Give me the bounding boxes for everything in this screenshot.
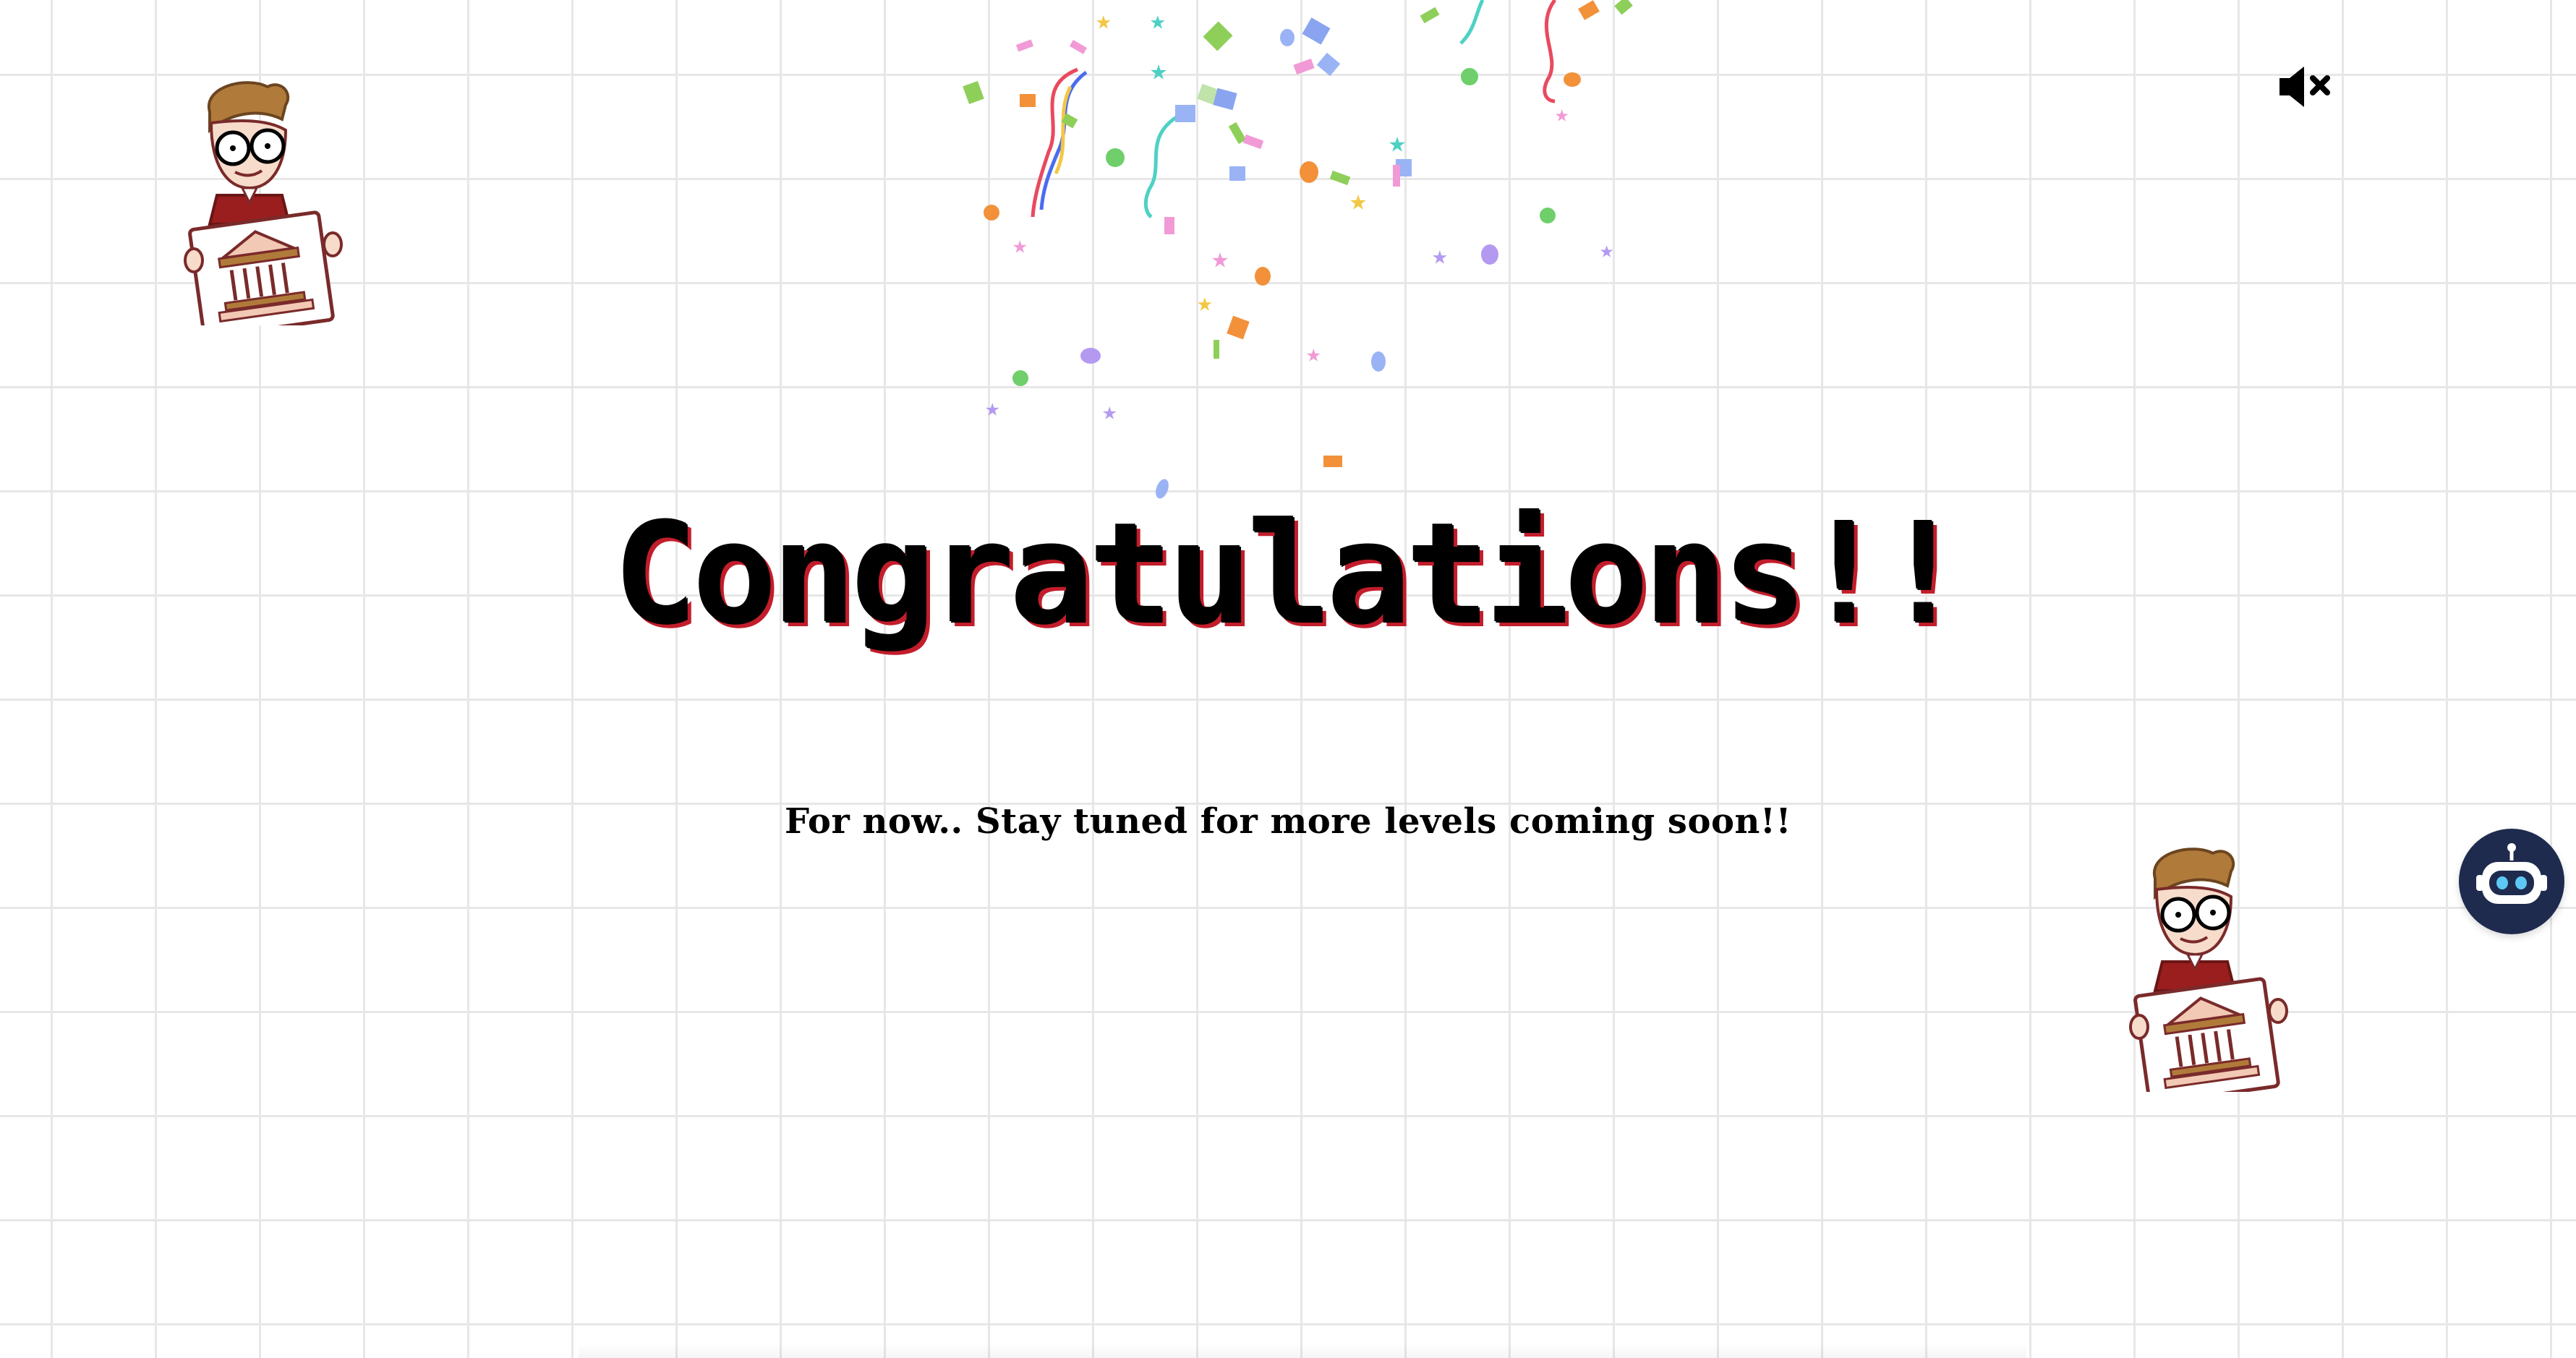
svg-text:★: ★ bbox=[1349, 184, 1367, 217]
svg-text:★: ★ bbox=[1150, 54, 1167, 87]
svg-text:★: ★ bbox=[1150, 6, 1166, 35]
svg-text:★: ★ bbox=[1197, 288, 1213, 317]
mascot-illustration-top bbox=[184, 81, 343, 325]
robot-icon bbox=[2476, 843, 2547, 904]
chatbot-button[interactable] bbox=[2459, 829, 2564, 934]
svg-text:★: ★ bbox=[1211, 242, 1229, 275]
speaker-muted-icon bbox=[2279, 67, 2330, 107]
congratulations-screen: ★ ★ ★ ★ ★ ★ ★ ★ ★ ★ ★ ★ ★ ★ Congratulati… bbox=[0, 0, 2576, 1358]
svg-text:★: ★ bbox=[1012, 231, 1027, 260]
svg-text:★: ★ bbox=[1389, 126, 1406, 159]
svg-text:★: ★ bbox=[1432, 241, 1448, 270]
svg-text:★: ★ bbox=[985, 393, 999, 422]
mute-button[interactable] bbox=[2277, 64, 2334, 110]
confetti-decoration: ★ ★ ★ ★ ★ ★ ★ ★ ★ ★ ★ ★ ★ ★ bbox=[963, 0, 1633, 499]
svg-text:★: ★ bbox=[1306, 339, 1321, 368]
svg-text:★: ★ bbox=[1600, 236, 1613, 263]
page-subtitle: For now.. Stay tuned for more levels com… bbox=[784, 801, 1792, 842]
bottom-shadow bbox=[579, 1344, 2026, 1358]
svg-text:★: ★ bbox=[1555, 100, 1569, 127]
mascot-illustration-bottom bbox=[2129, 847, 2288, 1092]
page-title: Congratulations!! bbox=[614, 495, 1966, 656]
svg-text:★: ★ bbox=[1102, 397, 1117, 426]
svg-text:★: ★ bbox=[1096, 6, 1112, 35]
